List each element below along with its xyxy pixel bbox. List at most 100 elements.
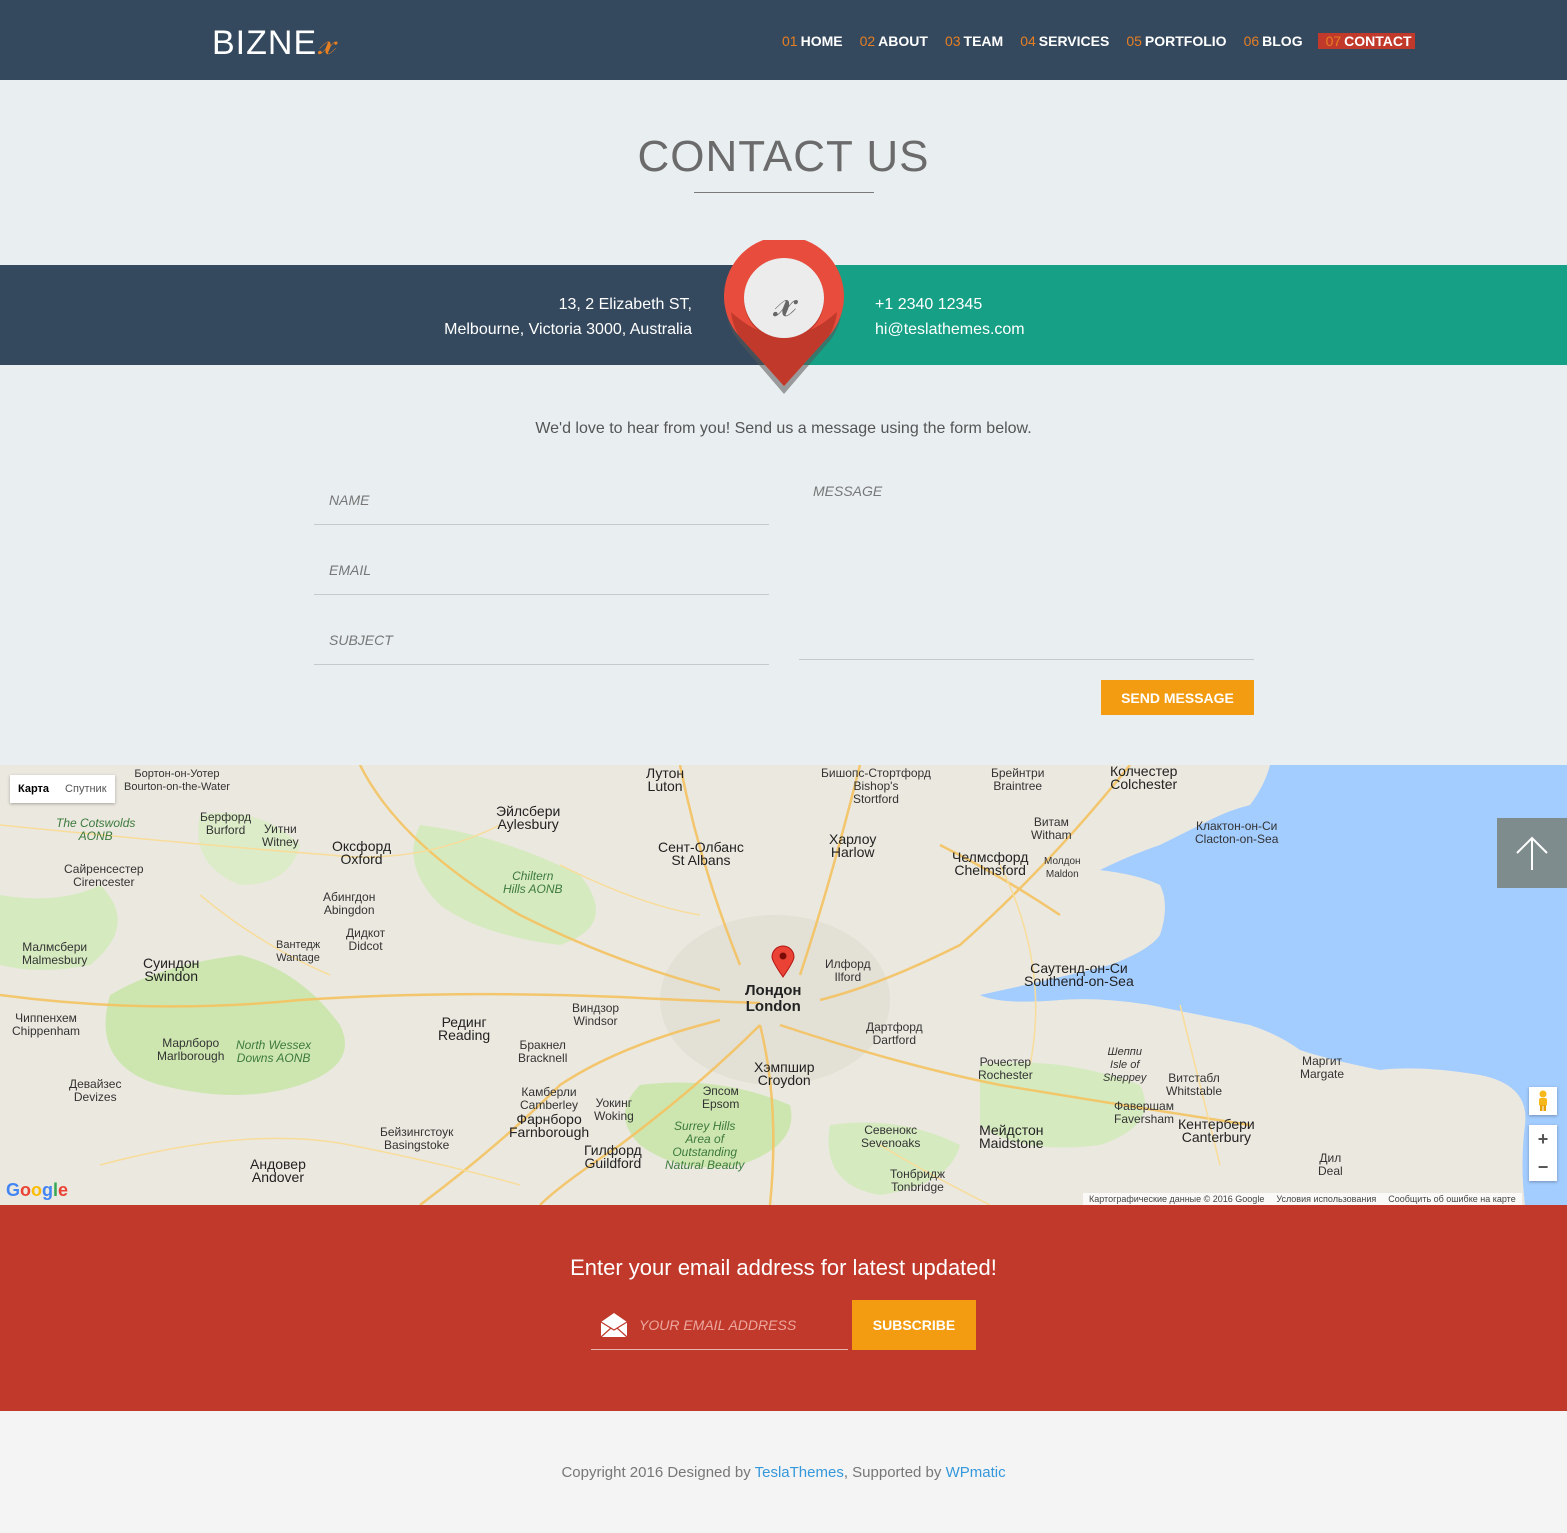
map-label-chippenham: Чиппенхем Chippenham: [12, 1011, 81, 1038]
map-label-wantage: Вантедж Wantage: [276, 939, 321, 964]
contact-intro: We'd love to hear from you! Send us a me…: [535, 420, 1032, 437]
email-input[interactable]: [314, 545, 769, 594]
map-label-canterbury: Кентербери Canterbury: [1178, 1116, 1255, 1145]
map-label-north-wessex-aonb: North Wessex Downs AONB: [236, 1038, 312, 1065]
street-view-pegman-button[interactable]: [1529, 1087, 1557, 1115]
nav-item-label: CONTACT: [1344, 33, 1412, 49]
map-label-dartford: Дартфорд Dartford: [866, 1020, 923, 1047]
nav-item-label: HOME: [800, 33, 843, 49]
map-type-map-button[interactable]: Карта: [10, 775, 57, 803]
map-label-malmesbury: Малмсбери Malmesbury: [22, 940, 88, 967]
site-header: BIZNE 𝓍 01 HOME 02 ABOUT 03 TEAM 04 SERVICES 05 PO…: [0, 0, 1567, 80]
google-logo-letter: o: [31, 1180, 43, 1200]
subject-input[interactable]: [314, 615, 769, 664]
name-input[interactable]: [314, 475, 769, 524]
map-label-colchester: Колчестер Colchester: [1110, 765, 1178, 792]
nav-item-number: 06: [1243, 33, 1260, 49]
newsletter-email-input[interactable]: [629, 1316, 848, 1333]
title-divider: [694, 192, 874, 193]
map-label-luton: Лутон Luton: [646, 765, 685, 794]
zoom-out-button[interactable]: −: [1529, 1153, 1557, 1181]
map-label-devizes: Девайзес Devizes: [69, 1077, 122, 1104]
newsletter-section: Enter your email address for latest upda…: [0, 1205, 1567, 1411]
map-data-credit: Картографические данные © 2016 Google: [1089, 1194, 1265, 1204]
nav-item-number: 04: [1020, 33, 1036, 49]
map-label-guildford: Гилфорд Guildford: [584, 1142, 642, 1171]
nav-item-label: SERVICES: [1038, 33, 1110, 49]
email-address[interactable]: hi@teslathemes.com: [875, 317, 1025, 342]
site-logo[interactable]: BIZNE 𝓍: [212, 22, 336, 64]
google-logo-letter: e: [58, 1180, 69, 1200]
map-label-surrey-hills: Surrey Hills Area of Outstanding Natural Be…: [665, 1119, 745, 1172]
nav-item-number: 03: [944, 33, 961, 49]
nav-item-label: PORTFOLIO: [1144, 33, 1227, 49]
nav-item-home[interactable]: 01 HOME: [780, 33, 845, 49]
subscribe-button[interactable]: SUBSCRIBE: [852, 1300, 976, 1350]
map-label-whitstable: Витстабл Whitstable: [1166, 1071, 1223, 1098]
map-type-control: Карта Спутник: [10, 775, 115, 803]
message-input[interactable]: [799, 475, 1254, 659]
map-label-croydon: Хэмпшир Croydon: [754, 1059, 815, 1088]
envelope-icon: [600, 1312, 628, 1337]
page-title: CONTACT US: [637, 132, 930, 181]
map-label-ilford: Илфорд Ilford: [825, 957, 871, 984]
arrow-up-icon: [1516, 836, 1548, 870]
google-logo-letter: G: [6, 1180, 21, 1200]
pegman-icon: [1539, 1090, 1547, 1111]
back-to-top-button[interactable]: [1497, 818, 1567, 888]
map-label-tonbridge: Тонбридж Tonbridge: [890, 1167, 945, 1194]
map-type-satellite-button[interactable]: Спутник: [57, 775, 114, 803]
nav-item-portfolio[interactable]: 05 PORTFOLIO: [1124, 33, 1228, 49]
contact-details: +1 2340 12345 hi@teslathemes.com: [875, 292, 1025, 342]
map-label-margate: Маргит Margate: [1300, 1054, 1345, 1081]
copyright-middle: , Supported by: [843, 1464, 946, 1481]
map-report-link[interactable]: Сообщить об ошибке на карте: [1388, 1193, 1515, 1205]
supporter-link[interactable]: WPmatic: [946, 1464, 1006, 1481]
nav-item-services[interactable]: 04 SERVICES: [1018, 33, 1111, 49]
designer-link[interactable]: TeslaThemes: [755, 1464, 844, 1481]
map-label-clacton: Клактон-он-Си Clacton-on-Sea: [1195, 819, 1279, 846]
nav-item-contact[interactable]: 07 CONTACT: [1317, 33, 1415, 49]
map-label-rochester: Рочестер Rochester: [978, 1055, 1033, 1082]
email-field: [314, 545, 769, 595]
phone-number: +1 2340 12345: [875, 296, 983, 313]
main-nav: 01 HOME 02 ABOUT 03 TEAM 04 SERVICES 05 PORTFOLIO…: [780, 33, 1415, 49]
map-label-chiltern-aonb: Chiltern Hills AONB: [503, 869, 563, 896]
map-label-oxford: Оксфорд Oxford: [332, 838, 392, 867]
map-label-witham: Витам Witham: [1031, 815, 1072, 842]
map-label-chelmsford: Челмсфорд Chelmsford: [952, 849, 1029, 878]
map-zoom-control: + −: [1529, 1125, 1557, 1181]
map-label-sheppey: Шеппи Isle of Sheppey: [1103, 1046, 1147, 1084]
send-message-button[interactable]: SEND MESSAGE: [1101, 680, 1254, 715]
location-pin-icon: 𝓍: [723, 236, 845, 395]
google-map[interactable]: Лутон Luton Оксфорд Oxford Лондон London Ре…: [0, 765, 1567, 1205]
map-terms-link[interactable]: Условия использования: [1276, 1193, 1376, 1205]
map-label-sevenoaks: Севенокс Sevenoaks: [861, 1123, 921, 1150]
copyright-prefix: Copyright 2016 Designed by: [561, 1464, 755, 1481]
map-label-windsor: Виндзор Windsor: [572, 1001, 620, 1028]
map-label-farnborough: Фарнборо Farnborough: [509, 1111, 590, 1140]
subject-field: [314, 615, 769, 665]
map-label-cotswolds-aonb: The Cotswolds AONB: [56, 816, 136, 843]
map-label-swindon: Суиндон Swindon: [143, 955, 200, 984]
contact-section: CONTACT US 13, 2 Elizabeth ST, Melbourne…: [0, 80, 1567, 765]
map-label-basingstoke: Бейзингстоук Basingstoke: [380, 1125, 454, 1152]
map-attribution: Картографические данные © 2016 Google Ус…: [1083, 1193, 1522, 1205]
google-logo[interactable]: Google: [6, 1180, 68, 1201]
google-logo-letter: g: [42, 1180, 54, 1200]
copyright-text: Copyright 2016 Designed by TeslaThemes, …: [0, 1464, 1567, 1481]
message-field: [799, 475, 1254, 660]
nav-item-label: BLOG: [1262, 33, 1303, 49]
nav-item-team[interactable]: 03 TEAM: [943, 33, 1005, 49]
map-label-braintree: Брейнтри Braintree: [991, 766, 1045, 793]
nav-item-about[interactable]: 02 ABOUT: [858, 33, 930, 49]
map-label-reading: Рединг Reading: [438, 1014, 491, 1043]
nav-item-blog[interactable]: 06 BLOG: [1242, 33, 1305, 49]
name-field: [314, 475, 769, 525]
google-logo-letter: o: [20, 1180, 32, 1200]
address-line-1: 13, 2 Elizabeth ST,: [558, 296, 692, 313]
zoom-in-button[interactable]: +: [1529, 1125, 1557, 1153]
newsletter-title: Enter your email address for latest upda…: [570, 1255, 997, 1280]
map-label-cirencester: Сайренсестер Cirencester: [64, 862, 144, 889]
map-label-london: Лондон London: [745, 982, 802, 1015]
